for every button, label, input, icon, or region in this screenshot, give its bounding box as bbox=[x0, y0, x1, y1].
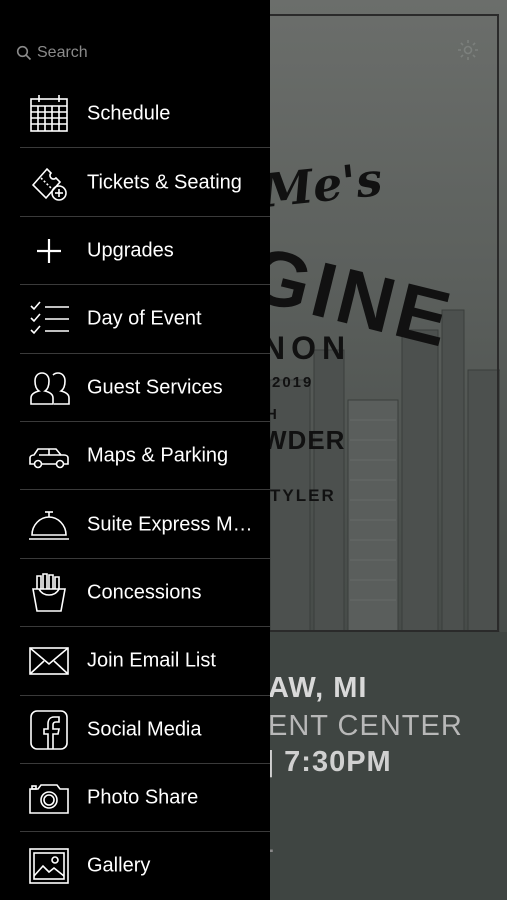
menu-item-label: Concessions bbox=[87, 581, 202, 604]
menu-item-gallery[interactable]: Gallery bbox=[0, 832, 270, 900]
search-icon bbox=[16, 45, 32, 61]
menu-item-tickets-seating[interactable]: Tickets & Seating bbox=[0, 148, 270, 218]
menu-item-join-email-list[interactable]: Join Email List bbox=[0, 627, 270, 696]
menu-item-label: Tickets & Seating bbox=[87, 171, 242, 194]
menu-item-label: Schedule bbox=[87, 102, 171, 125]
poster-date: 2019 bbox=[272, 374, 314, 391]
poster-city: AW, MI bbox=[268, 672, 368, 704]
menu-item-schedule[interactable]: Schedule bbox=[0, 80, 270, 149]
menu-item-label: Photo Share bbox=[87, 786, 199, 809]
facebook-icon bbox=[26, 708, 72, 752]
menu-item-label: Maps & Parking bbox=[87, 444, 229, 467]
search-placeholder: Search bbox=[37, 44, 88, 61]
menu-item-guest-services[interactable]: Guest Services bbox=[0, 354, 270, 423]
envelope-icon bbox=[26, 639, 72, 683]
poster-opener-name: TYLER bbox=[270, 486, 336, 505]
menu-item-suite-express[interactable]: Suite Express M… bbox=[0, 490, 270, 560]
menu-item-label: Gallery bbox=[87, 854, 151, 877]
checklist-icon bbox=[26, 297, 72, 341]
poster-time: | 7:30PM bbox=[266, 746, 392, 778]
menu-list: Schedule Tickets & Seating Upgrades Day … bbox=[0, 80, 270, 900]
menu-item-label: Suite Express M… bbox=[87, 513, 253, 536]
poster-subheadline: NON bbox=[262, 330, 352, 366]
menu-item-social-media[interactable]: Social Media bbox=[0, 696, 270, 765]
camera-icon bbox=[26, 776, 72, 820]
gear-icon[interactable] bbox=[456, 38, 480, 62]
menu-item-label: Upgrades bbox=[87, 239, 174, 262]
menu-item-label: Guest Services bbox=[87, 376, 223, 399]
menu-item-upgrades[interactable]: Upgrades bbox=[0, 217, 270, 286]
fries-icon bbox=[26, 571, 72, 615]
menu-item-label: Join Email List bbox=[87, 649, 216, 672]
menu-item-label: Social Media bbox=[87, 718, 202, 741]
menu-item-photo-share[interactable]: Photo Share bbox=[0, 764, 270, 833]
menu-item-day-of-event[interactable]: Day of Event bbox=[0, 285, 270, 354]
poster-guest-name: WDER bbox=[262, 425, 346, 455]
menu-item-maps-parking[interactable]: Maps & Parking bbox=[0, 422, 270, 491]
image-icon bbox=[26, 844, 72, 888]
side-drawer-menu: Search Schedule Tickets & Seating Upgrad… bbox=[0, 0, 270, 900]
ticket-icon bbox=[26, 161, 72, 205]
menu-item-label: Day of Event bbox=[87, 307, 202, 330]
car-icon bbox=[26, 434, 72, 478]
poster-venue: ENT CENTER bbox=[268, 710, 463, 742]
people-icon bbox=[26, 366, 72, 410]
plus-icon bbox=[26, 229, 72, 273]
calendar-icon bbox=[26, 92, 72, 136]
service-bell-icon bbox=[26, 503, 72, 547]
menu-item-concessions[interactable]: Concessions bbox=[0, 559, 270, 628]
search-field[interactable]: Search bbox=[16, 42, 88, 64]
